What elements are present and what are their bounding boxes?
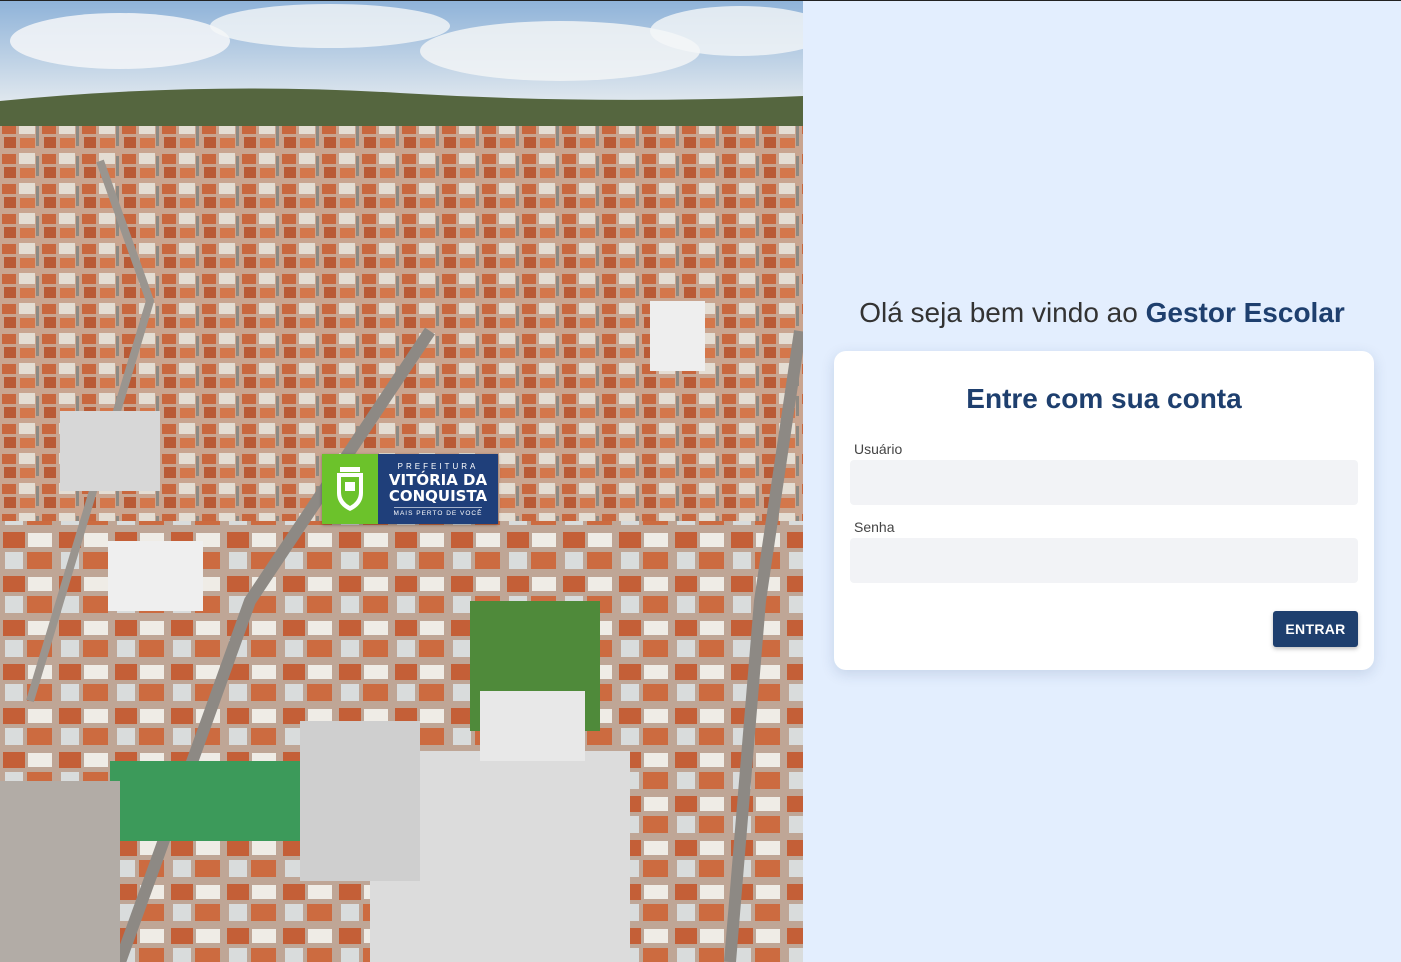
logo-line-prefeitura: PREFEITURA <box>397 461 479 471</box>
prefeitura-logo: PREFEITURA VITÓRIA DA CONQUISTA MAIS PER… <box>322 454 498 524</box>
username-input[interactable] <box>850 460 1358 505</box>
login-card: Entre com sua conta Usuário Senha ENTRAR <box>834 351 1374 670</box>
login-title: Entre com sua conta <box>966 383 1242 414</box>
logo-line-city-2: CONQUISTA <box>388 486 488 505</box>
welcome-heading: Olá seja bem vindo ao Gestor Escolar <box>803 297 1401 329</box>
welcome-prefix: Olá seja bem vindo ao <box>859 297 1146 328</box>
login-panel: Olá seja bem vindo ao Gestor Escolar Ent… <box>803 1 1401 962</box>
city-photo-panel: PREFEITURA VITÓRIA DA CONQUISTA MAIS PER… <box>0 1 803 962</box>
password-input[interactable] <box>850 538 1358 583</box>
logo-line-city-1: VITÓRIA DA <box>388 470 488 489</box>
username-label: Usuário <box>854 441 903 457</box>
coat-of-arms-icon <box>322 454 378 524</box>
login-button[interactable]: ENTRAR <box>1273 611 1358 647</box>
login-page: PREFEITURA VITÓRIA DA CONQUISTA MAIS PER… <box>0 0 1401 962</box>
password-label: Senha <box>854 519 895 535</box>
logo-slogan: MAIS PERTO DE VOCÊ <box>393 506 483 517</box>
logo-text: PREFEITURA VITÓRIA DA CONQUISTA MAIS PER… <box>378 454 498 524</box>
app-name: Gestor Escolar <box>1145 297 1345 328</box>
